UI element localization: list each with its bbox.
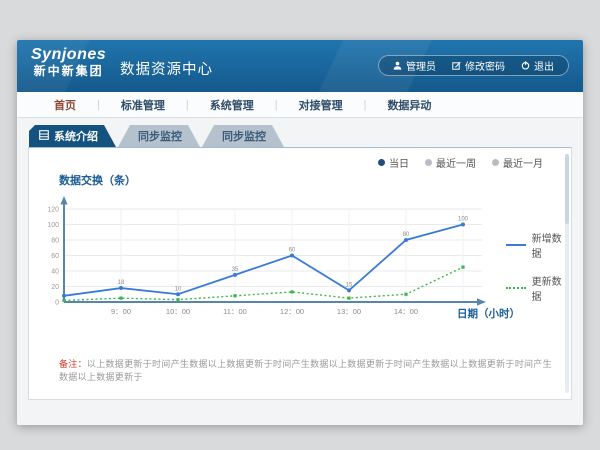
line-chart: 0 20 40 60 80 100 120 9：00 10：00 11：00 12：00 13：00 1…	[48, 194, 518, 329]
svg-text:20: 20	[51, 284, 59, 291]
radio-option-3[interactable]: 最近一月	[492, 155, 543, 170]
footnote-text: 以上数据更新于时间产生数据以上数据更新于时间产生数据以上数据更新于时间产生数据以…	[59, 359, 552, 382]
nav-item-1[interactable]: 首页	[33, 97, 97, 113]
radio-label: 最近一周	[436, 155, 476, 170]
tab-label: 同步监控	[138, 128, 182, 144]
page-title: 数据资源中心	[120, 58, 213, 79]
svg-text:100: 100	[48, 222, 59, 229]
main-nav: 首页|标准管理|系统管理|对接管理|数据异动	[17, 92, 583, 118]
nav-item-5[interactable]: 数据异动	[366, 97, 452, 113]
brand-logo-cn: 新中新集团	[31, 64, 106, 79]
svg-text:15: 15	[346, 282, 353, 288]
brand-logo-en: Synjones	[31, 46, 106, 64]
svg-text:35: 35	[232, 267, 239, 273]
radio-option-2[interactable]: 最近一周	[425, 155, 476, 170]
footnote: 备注：以上数据更新于时间产生数据以上数据更新于时间产生数据以上数据更新于时间产生…	[59, 357, 557, 383]
app-header: Synjones 新中新集团 数据资源中心 管理员 修改密码 退出	[17, 40, 583, 92]
tab-3[interactable]: 同步监控	[202, 125, 284, 147]
user-bar: 管理员 修改密码 退出	[378, 55, 569, 76]
nav-item-4[interactable]: 对接管理	[278, 97, 364, 113]
svg-text:100: 100	[458, 217, 469, 223]
svg-text:80: 80	[51, 238, 59, 245]
tab-label: 同步监控	[222, 128, 266, 144]
nav-item-3[interactable]: 系统管理	[189, 97, 275, 113]
scrollbar[interactable]	[565, 154, 569, 393]
svg-text:60: 60	[289, 248, 296, 254]
radio-unselected-icon	[492, 159, 499, 166]
radio-selected-icon	[378, 159, 385, 166]
svg-text:9：00: 9：00	[111, 307, 131, 316]
scrollbar-thumb[interactable]	[565, 154, 569, 224]
chart-panel: 当日 最近一周 最近一月 数据交换（条） 0 20 40 60 80 100 120 9：00 10…	[28, 147, 572, 400]
tab-bar: 系统介绍 同步监控 同步监控	[29, 125, 583, 147]
tab-2[interactable]: 同步监控	[118, 125, 200, 147]
brand-logo: Synjones 新中新集团	[31, 46, 106, 79]
svg-text:80: 80	[403, 232, 410, 238]
radio-label: 最近一月	[503, 155, 543, 170]
x-axis-title: 日期（小时）	[457, 306, 520, 321]
user-bar-item-1[interactable]: 管理员	[385, 58, 444, 73]
radio-unselected-icon	[425, 159, 432, 166]
solid-line-swatch	[506, 244, 526, 246]
user-bar-item-3[interactable]: 退出	[513, 58, 562, 73]
edit-icon	[452, 61, 461, 70]
radio-option-1[interactable]: 当日	[378, 155, 409, 170]
radio-label: 当日	[389, 155, 409, 170]
legend-item-2[interactable]: 更新数据	[506, 273, 571, 303]
user-bar-item-label: 管理员	[406, 58, 436, 73]
desktop-background: Synjones 新中新集团 数据资源中心 管理员 修改密码 退出 首页|标准管理|…	[0, 0, 600, 450]
tab-label: 系统介绍	[54, 128, 98, 144]
svg-text:13：00: 13：00	[337, 307, 361, 316]
dotted-line-swatch	[506, 287, 526, 289]
nav-item-2[interactable]: 标准管理	[100, 97, 186, 113]
grid-icon	[39, 130, 49, 143]
svg-text:11：00: 11：00	[223, 307, 247, 316]
y-axis-title: 数据交换（条）	[59, 172, 136, 188]
svg-text:60: 60	[51, 253, 59, 260]
user-bar-item-label: 退出	[534, 58, 554, 73]
app-window: Synjones 新中新集团 数据资源中心 管理员 修改密码 退出 首页|标准管理|…	[17, 40, 583, 425]
svg-text:14：00: 14：00	[394, 307, 418, 316]
footnote-label: 备注：	[59, 359, 87, 369]
legend-item-1[interactable]: 新增数据	[506, 230, 571, 260]
user-bar-item-2[interactable]: 修改密码	[444, 58, 513, 73]
user-bar-item-label: 修改密码	[465, 58, 505, 73]
tab-1[interactable]: 系统介绍	[29, 125, 116, 147]
time-range-filter: 当日 最近一周 最近一月	[378, 155, 543, 170]
svg-text:10：00: 10：00	[166, 307, 190, 316]
svg-text:120: 120	[48, 207, 59, 214]
svg-text:0: 0	[55, 300, 59, 307]
user-icon	[393, 61, 402, 70]
svg-text:10: 10	[175, 286, 182, 292]
svg-text:12：00: 12：00	[280, 307, 304, 316]
chart-legend: 新增数据更新数据	[506, 230, 571, 303]
logout-icon	[521, 61, 530, 70]
svg-text:18: 18	[118, 280, 125, 286]
svg-text:40: 40	[51, 269, 59, 276]
content-area: 系统介绍 同步监控 同步监控 当日 最近一周 最近一月 数据交换（条） 0 20 40 60 8…	[17, 118, 583, 425]
